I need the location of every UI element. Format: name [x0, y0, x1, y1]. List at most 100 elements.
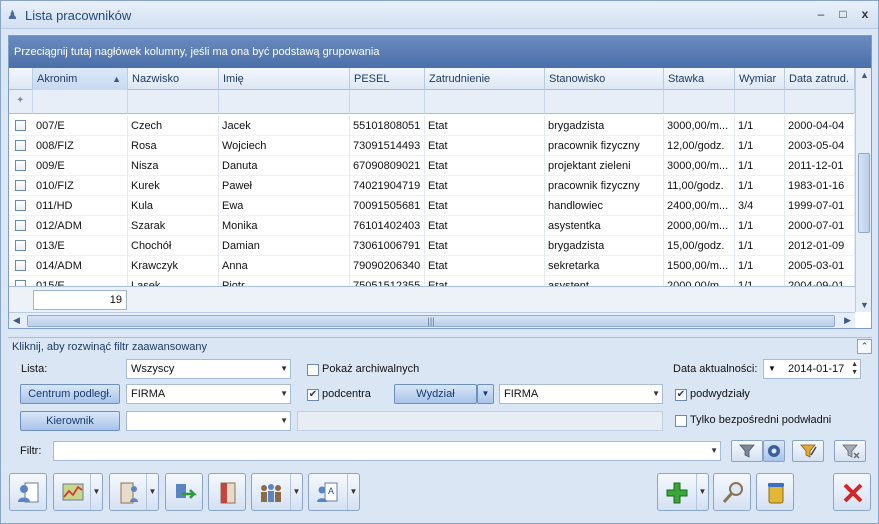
- chevron-down-icon[interactable]: ▼: [290, 474, 302, 510]
- column-header-stawka[interactable]: Stawka: [664, 68, 735, 90]
- table-row[interactable]: 012/ADM Szarak Monika 76101402403 Etat a…: [9, 216, 855, 236]
- title-bar: ♟ Lista pracowników – □ x: [1, 1, 878, 29]
- apply-filter-button[interactable]: [731, 440, 763, 462]
- wydzial-combo[interactable]: FIRMA ▼: [499, 384, 663, 404]
- delete-button[interactable]: [756, 473, 794, 511]
- cell-wymiar: 1/1: [735, 136, 785, 156]
- scroll-down-icon[interactable]: ▼: [860, 300, 869, 310]
- date-field[interactable]: ▼ 2014-01-17 ▲ ▼: [763, 359, 861, 379]
- filter-cell-stanowisko[interactable]: [545, 90, 664, 114]
- show-archived-checkbox[interactable]: [307, 364, 319, 376]
- cell-imie: Anna: [219, 256, 350, 276]
- row-checkbox[interactable]: [15, 200, 26, 211]
- horizontal-scrollbar[interactable]: ◀ ||| ▶: [9, 312, 855, 328]
- centrum-combo[interactable]: FIRMA ▼: [126, 384, 291, 404]
- filter-builder-button[interactable]: [792, 440, 824, 462]
- chevron-down-icon[interactable]: ▼: [90, 474, 102, 510]
- scroll-up-icon[interactable]: ▲: [860, 70, 869, 80]
- cell-imie: Jacek: [219, 116, 350, 136]
- chevron-down-icon[interactable]: ▼: [347, 474, 359, 510]
- chart-icon: [62, 483, 84, 501]
- close-window-button[interactable]: x: [856, 6, 874, 22]
- close-button[interactable]: [833, 473, 871, 511]
- scroll-left-icon[interactable]: ◀: [13, 315, 20, 326]
- chevron-down-icon[interactable]: ▼: [696, 474, 708, 510]
- window-title: Lista pracowników: [25, 8, 132, 23]
- centrum-button[interactable]: Centrum podległ.: [20, 384, 120, 404]
- table-row[interactable]: 011/HD Kula Ewa 70091505681 Etat handlow…: [9, 196, 855, 216]
- filter-cell-imie[interactable]: [219, 90, 350, 114]
- column-header-stanowisko[interactable]: Stanowisko: [545, 68, 664, 90]
- filter-cell-zatrudnienie[interactable]: [425, 90, 545, 114]
- date-dropdown-icon[interactable]: ▼: [768, 360, 776, 378]
- filter-cell-data-zatrud[interactable]: [785, 90, 855, 114]
- filter-cell-pesel[interactable]: [350, 90, 425, 114]
- print-button[interactable]: A ▼: [308, 473, 360, 511]
- column-header-pesel[interactable]: PESEL: [350, 68, 425, 90]
- filter-options-button[interactable]: [763, 440, 785, 462]
- cell-stawka: 3000,00/m...: [664, 116, 735, 136]
- chart-button[interactable]: ▼: [53, 473, 103, 511]
- row-checkbox[interactable]: [15, 260, 26, 271]
- horizontal-scroll-thumb[interactable]: |||: [27, 315, 835, 327]
- date-spin-icon[interactable]: ▲ ▼: [851, 361, 858, 377]
- table-row[interactable]: 015/E Lasek Piotr 75051512355 Etat asyst…: [9, 276, 855, 286]
- lista-combo[interactable]: Wszyscy ▼: [126, 359, 291, 379]
- row-checkbox[interactable]: [15, 220, 26, 231]
- column-header-imie[interactable]: Imię: [219, 68, 350, 90]
- cell-wymiar: 1/1: [735, 176, 785, 196]
- filter-cell-wymiar[interactable]: [735, 90, 785, 114]
- filter-input[interactable]: ▼: [53, 441, 721, 461]
- chevron-down-icon[interactable]: ▼: [146, 474, 158, 510]
- kierownik-combo[interactable]: ▼: [126, 411, 291, 431]
- transfer-button[interactable]: [165, 473, 203, 511]
- kierownik-button[interactable]: Kierownik: [20, 411, 120, 431]
- employee-details-button[interactable]: [9, 473, 47, 511]
- vertical-scrollbar[interactable]: ▲ ▼: [855, 68, 871, 312]
- table-row[interactable]: 007/E Czech Jacek 55101808051 Etat bryga…: [9, 116, 855, 136]
- collapse-icon[interactable]: ⌃: [857, 339, 872, 354]
- group-by-area[interactable]: Przeciągnij tutaj nagłówek kolumny, jeśl…: [9, 36, 871, 68]
- vertical-scroll-thumb[interactable]: [858, 153, 870, 233]
- column-header-nazwisko[interactable]: Nazwisko: [128, 68, 219, 90]
- add-button[interactable]: ▼: [657, 473, 709, 511]
- table-row[interactable]: 008/FIZ Rosa Wojciech 73091514493 Etat p…: [9, 136, 855, 156]
- dismiss-button[interactable]: [208, 473, 246, 511]
- filter-cell-stawka[interactable]: [664, 90, 735, 114]
- group-operations-button[interactable]: ▼: [251, 473, 303, 511]
- cell-stanowisko: brygadzista: [545, 116, 664, 136]
- podwydzialy-checkbox[interactable]: ✔: [675, 389, 687, 401]
- clear-filter-button[interactable]: [834, 440, 866, 462]
- hire-button[interactable]: ▼: [109, 473, 159, 511]
- row-checkbox[interactable]: [15, 120, 26, 131]
- column-header-akronim[interactable]: Akronim ▲: [33, 68, 128, 90]
- row-checkbox[interactable]: [15, 140, 26, 151]
- maximize-button[interactable]: □: [834, 6, 852, 22]
- scroll-right-icon[interactable]: ▶: [844, 315, 851, 326]
- row-checkbox[interactable]: [15, 240, 26, 251]
- table-row[interactable]: 014/ADM Krawczyk Anna 79090206340 Etat s…: [9, 256, 855, 276]
- column-header-data-zatrud[interactable]: Data zatrud.: [785, 68, 855, 90]
- edit-button[interactable]: [713, 473, 751, 511]
- filter-cell-akronim[interactable]: [33, 90, 128, 114]
- cell-wymiar: 1/1: [735, 216, 785, 236]
- wydzial-dropdown-icon[interactable]: ▼: [477, 384, 494, 404]
- podcentra-checkbox[interactable]: ✔: [307, 389, 319, 401]
- column-header-zatrudnienie[interactable]: Zatrudnienie: [425, 68, 545, 90]
- cell-zatrudnienie: Etat: [425, 276, 545, 286]
- minimize-button[interactable]: –: [812, 6, 830, 22]
- cell-akronim: 013/E: [33, 236, 128, 256]
- row-checkbox[interactable]: [15, 180, 26, 191]
- advanced-filter-bar[interactable]: Kliknij, aby rozwinąć filtr zaawansowany…: [8, 337, 872, 355]
- table-row[interactable]: 013/E Chochół Damian 73061006791 Etat br…: [9, 236, 855, 256]
- direct-subordinates-checkbox[interactable]: [675, 415, 687, 427]
- column-header-wymiar[interactable]: Wymiar: [735, 68, 785, 90]
- filter-cell-nazwisko[interactable]: [128, 90, 219, 114]
- record-count: 19: [33, 290, 127, 310]
- employees-grid: Przeciągnij tutaj nagłówek kolumny, jeśl…: [8, 35, 872, 329]
- row-checkbox[interactable]: [15, 160, 26, 171]
- wydzial-button[interactable]: Wydział: [394, 384, 477, 404]
- table-row[interactable]: 010/FIZ Kurek Paweł 74021904719 Etat pra…: [9, 176, 855, 196]
- table-row[interactable]: 009/E Nisza Danuta 67090809021 Etat proj…: [9, 156, 855, 176]
- kierownik-name-field: [297, 411, 663, 431]
